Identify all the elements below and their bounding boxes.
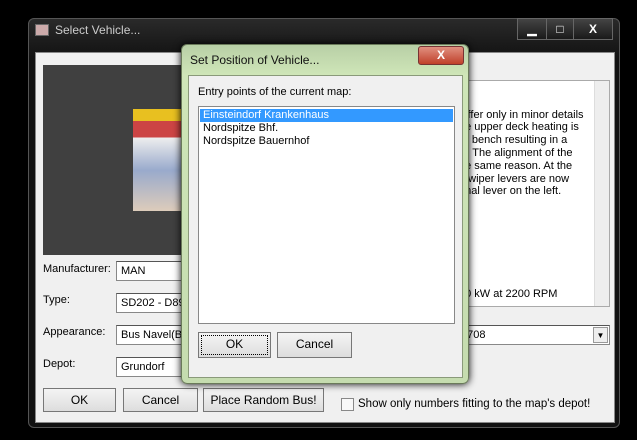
description-line bbox=[459, 211, 609, 224]
maximize-button[interactable]: □ bbox=[546, 18, 574, 40]
minimize-button[interactable]: ▁ bbox=[517, 18, 547, 40]
type-label: Type: bbox=[43, 294, 70, 306]
vehicle-description[interactable]: differ only in minor details he upper dec… bbox=[456, 80, 610, 307]
cancel-button[interactable]: Cancel bbox=[123, 388, 198, 412]
appearance-label: Appearance: bbox=[43, 326, 106, 338]
chevron-down-icon[interactable]: ▼ bbox=[593, 327, 608, 343]
description-line: 50 kW at 2200 RPM bbox=[459, 287, 558, 300]
dialog-title: Set Position of Vehicle... bbox=[190, 53, 320, 67]
list-item[interactable]: Einsteindorf Krankenhaus bbox=[200, 109, 453, 122]
close-button[interactable]: X bbox=[573, 18, 613, 40]
entry-points-list[interactable]: Einsteindorf Krankenhaus Nordspitze Bhf.… bbox=[198, 106, 455, 324]
description-line: differ only in minor details bbox=[459, 108, 584, 121]
set-position-dialog: Set Position of Vehicle... X Entry point… bbox=[181, 44, 469, 384]
dialog-client: Entry points of the current map: Einstei… bbox=[188, 75, 463, 378]
entry-points-label: Entry points of the current map: bbox=[198, 86, 352, 98]
dialog-ok-button[interactable]: OK bbox=[198, 332, 271, 358]
depot-filter-label: Show only numbers fitting to the map's d… bbox=[358, 398, 591, 410]
place-random-bus-button[interactable]: Place Random Bus! bbox=[203, 388, 324, 412]
description-line bbox=[459, 249, 609, 262]
description-scrollbar[interactable] bbox=[594, 81, 609, 306]
description-line bbox=[459, 237, 609, 250]
depot-label: Depot: bbox=[43, 358, 76, 370]
depot-filter-checkbox[interactable] bbox=[341, 398, 354, 411]
list-item[interactable]: Nordspitze Bhf. bbox=[200, 122, 453, 135]
manufacturer-label: Manufacturer: bbox=[43, 263, 111, 275]
description-line bbox=[459, 262, 609, 275]
window-title: Select Vehicle... bbox=[55, 23, 141, 37]
description-line: onal lever on the left. bbox=[459, 185, 562, 198]
bus-app-icon bbox=[35, 24, 49, 36]
description-line: w. The alignment of the bbox=[459, 146, 573, 159]
description-line: ar bench resulting in a bbox=[459, 134, 568, 147]
dialog-cancel-button[interactable]: Cancel bbox=[277, 332, 352, 358]
description-text: differ only in minor details he upper dec… bbox=[459, 109, 609, 301]
description-line bbox=[459, 275, 609, 288]
description-line bbox=[459, 198, 609, 211]
ok-button[interactable]: OK bbox=[43, 388, 116, 412]
description-line bbox=[459, 224, 609, 237]
description-line: he upper deck heating is bbox=[459, 121, 579, 134]
list-item[interactable]: Nordspitze Bauernhof bbox=[200, 135, 453, 148]
dialog-close-button[interactable]: X bbox=[418, 46, 464, 65]
description-line: d wiper levers are now bbox=[459, 172, 570, 185]
number-select[interactable]: 3708 ▼ bbox=[456, 325, 610, 345]
description-line: he same reason. At the bbox=[459, 159, 573, 172]
vehicle-preview bbox=[43, 65, 193, 255]
